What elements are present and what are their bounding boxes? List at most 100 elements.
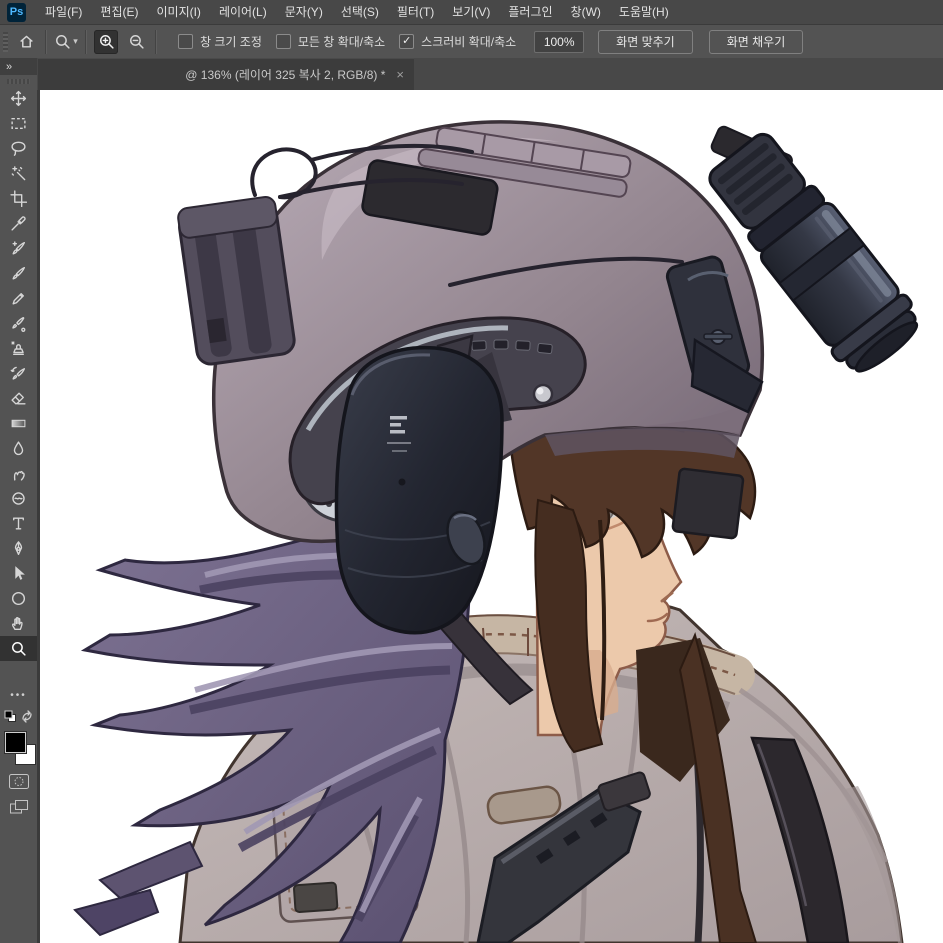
tool-sponge[interactable] bbox=[0, 486, 37, 511]
canvas-page[interactable] bbox=[40, 90, 943, 943]
document-area: @ 136% (레이어 325 복사 2, RGB/8) * × bbox=[37, 58, 943, 943]
tool-zoom[interactable] bbox=[0, 636, 37, 661]
checkbox-label: 스크러비 확대/축소 bbox=[421, 35, 517, 49]
tool-history-brush[interactable] bbox=[0, 361, 37, 386]
brush-icon bbox=[12, 266, 26, 280]
options-bar: ▾ 창 크기 조정 모든 창 확대/축소 ✓ 스크러비 확대/축소 화면 맞추기… bbox=[0, 25, 943, 59]
tool-smudge[interactable] bbox=[0, 461, 37, 486]
tool-brush[interactable] bbox=[0, 261, 37, 286]
tool-ellipse[interactable] bbox=[0, 586, 37, 611]
rectangular-marquee-icon bbox=[11, 118, 26, 129]
photoshop-window: { "app": { "logo": "Ps" }, "menu_bar": {… bbox=[0, 0, 943, 943]
home-button[interactable] bbox=[14, 30, 38, 54]
tool-eraser[interactable] bbox=[0, 386, 37, 411]
tool-eyedropper[interactable] bbox=[0, 211, 37, 236]
document-tab[interactable]: @ 136% (레이어 325 복사 2, RGB/8) * × bbox=[38, 58, 414, 90]
menu-item-type[interactable]: 문자(Y) bbox=[276, 0, 332, 24]
options-bar-grip bbox=[3, 31, 8, 52]
menu-item-file[interactable]: 파일(F) bbox=[36, 0, 91, 24]
tool-path-selection[interactable] bbox=[0, 561, 37, 586]
panel-grip[interactable] bbox=[7, 79, 30, 84]
tool-magic-wand[interactable] bbox=[0, 161, 37, 186]
home-icon bbox=[19, 35, 33, 48]
mixer-brush-icon bbox=[12, 316, 26, 332]
move-icon bbox=[10, 90, 27, 107]
menu-bar-items: 파일(F) 편집(E) 이미지(I) 레이어(L) 문자(Y) 선택(S) 필터(T) 보기(… bbox=[36, 0, 678, 24]
quick-mask-icon bbox=[8, 773, 29, 789]
tool-hand[interactable] bbox=[0, 611, 37, 636]
document-tab-bar: @ 136% (레이어 325 복사 2, RGB/8) * × bbox=[37, 58, 943, 91]
menu-item-layer[interactable]: 레이어(L) bbox=[210, 0, 276, 24]
swap-arrow-icon bbox=[21, 709, 32, 723]
type-icon bbox=[13, 517, 24, 530]
screen-mode-icon bbox=[9, 800, 28, 814]
zoom-tool-preset[interactable]: ▾ bbox=[54, 30, 78, 54]
document-tab-title: @ 136% (레이어 325 복사 2, RGB/8) * bbox=[185, 68, 386, 82]
tool-gradient[interactable] bbox=[0, 411, 37, 436]
zoom-in-icon bbox=[99, 35, 114, 49]
path-selection-icon bbox=[15, 566, 25, 580]
photoshop-logo[interactable]: Ps bbox=[7, 2, 26, 22]
menu-item-plugins[interactable]: 플러그인 bbox=[499, 0, 561, 24]
menu-bar: Ps 파일(F) 편집(E) 이미지(I) 레이어(L) 문자(Y) 선택(S) 필터(T)… bbox=[0, 0, 943, 25]
tool-blur[interactable] bbox=[0, 436, 37, 461]
blur-icon bbox=[13, 441, 24, 456]
gradient-icon bbox=[11, 419, 26, 428]
zoom-in-button[interactable] bbox=[94, 29, 118, 54]
menu-item-edit[interactable]: 편집(E) bbox=[91, 0, 147, 24]
canvas-artwork bbox=[73, 120, 919, 943]
menu-item-filter[interactable]: 필터(T) bbox=[388, 0, 443, 24]
swap-colors-button[interactable] bbox=[0, 706, 37, 726]
scrubby-zoom-option[interactable]: ✓ 스크러비 확대/축소 bbox=[399, 33, 516, 50]
clone-stamp-icon bbox=[11, 341, 24, 356]
edit-toolbar-button[interactable]: ••• bbox=[0, 686, 37, 706]
history-brush-icon bbox=[10, 366, 26, 380]
tools-panel: » ••• bbox=[0, 58, 38, 943]
tool-crop[interactable] bbox=[0, 186, 37, 211]
chevron-down-icon: ▾ bbox=[73, 36, 78, 46]
tool-spot-healing-brush[interactable] bbox=[0, 236, 37, 261]
sponge-icon bbox=[12, 492, 25, 505]
main-area: » ••• @ 136% (레이어 325 복사 2, RGB/8) * × bbox=[0, 58, 943, 943]
zoom-out-button[interactable] bbox=[124, 30, 148, 54]
canvas-viewport[interactable] bbox=[37, 90, 943, 943]
menu-item-window[interactable]: 창(W) bbox=[562, 0, 610, 24]
separator bbox=[155, 29, 157, 54]
tool-move[interactable] bbox=[0, 86, 37, 111]
fill-screen-button[interactable]: 화면 채우기 bbox=[708, 29, 804, 54]
checkbox[interactable]: ✓ bbox=[399, 34, 415, 49]
resize-windows-option[interactable]: 창 크기 조정 bbox=[178, 33, 262, 50]
tool-pencil[interactable] bbox=[0, 286, 37, 311]
tool-mixer-brush[interactable] bbox=[0, 311, 37, 336]
magnifier-icon bbox=[56, 35, 70, 49]
zoom-icon bbox=[12, 642, 26, 656]
menu-item-help[interactable]: 도움말(H) bbox=[610, 0, 678, 24]
menu-item-select[interactable]: 선택(S) bbox=[332, 0, 388, 24]
color-swatches[interactable] bbox=[0, 728, 37, 768]
screen-mode-button[interactable] bbox=[0, 794, 37, 820]
default-colors-icon bbox=[4, 710, 16, 722]
tool-rectangular-marquee[interactable] bbox=[0, 111, 37, 136]
checkbox-label: 모든 창 확대/축소 bbox=[297, 35, 386, 49]
checkbox-label: 창 크기 조정 bbox=[200, 35, 262, 49]
tool-list bbox=[0, 86, 37, 661]
tool-type[interactable] bbox=[0, 511, 37, 536]
hand-icon bbox=[11, 617, 23, 631]
checkbox[interactable] bbox=[275, 34, 291, 49]
foreground-color-swatch[interactable] bbox=[5, 732, 26, 753]
quick-mask-button[interactable] bbox=[0, 768, 37, 794]
pencil-icon bbox=[12, 293, 24, 305]
checkbox[interactable] bbox=[178, 34, 193, 49]
magic-wand-icon bbox=[11, 166, 26, 181]
zoom-all-windows-option[interactable]: 모든 창 확대/축소 bbox=[275, 33, 386, 50]
zoom-level-field[interactable] bbox=[534, 30, 585, 53]
pen-icon bbox=[14, 541, 23, 556]
menu-item-image[interactable]: 이미지(I) bbox=[147, 0, 209, 24]
tool-clone-stamp[interactable] bbox=[0, 336, 37, 361]
collapse-panel-button[interactable]: » bbox=[0, 58, 37, 75]
close-tab-icon[interactable]: × bbox=[396, 67, 404, 82]
menu-item-view[interactable]: 보기(V) bbox=[443, 0, 499, 24]
tool-pen[interactable] bbox=[0, 536, 37, 561]
fit-screen-button[interactable]: 화면 맞추기 bbox=[598, 29, 693, 54]
tool-lasso[interactable] bbox=[0, 136, 37, 161]
